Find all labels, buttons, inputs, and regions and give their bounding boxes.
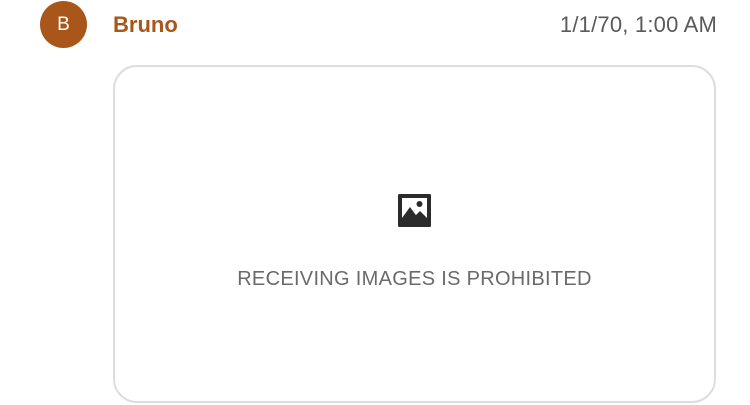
image-icon xyxy=(398,194,431,227)
avatar-initial: B xyxy=(57,14,70,35)
chat-message: B Bruno 1/1/70, 1:00 AM RECEIVING IMAGES… xyxy=(0,0,750,405)
image-blocked-notice: RECEIVING IMAGES IS PROHIBITED xyxy=(237,268,592,290)
sender-name[interactable]: Bruno xyxy=(113,11,178,39)
avatar[interactable]: B xyxy=(40,1,87,48)
message-timestamp: 1/1/70, 1:00 AM xyxy=(559,12,717,37)
image-attachment-placeholder xyxy=(113,65,716,403)
